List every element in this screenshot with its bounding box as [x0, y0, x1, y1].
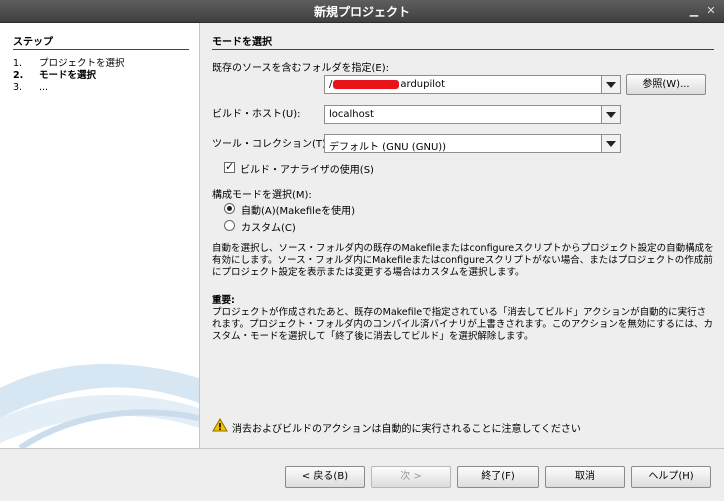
- step-item: 3....: [13, 82, 49, 93]
- minimize-icon[interactable]: ▁: [687, 4, 701, 17]
- build-host-value: localhost: [329, 109, 374, 120]
- button-bar: < 戻る(B) 次 > 終了(F) 取消 ヘルプ(H): [0, 448, 724, 501]
- mode-custom-radio[interactable]: [224, 220, 235, 231]
- important-text: プロジェクトが作成されたあと、既存のMakefileで指定されている「消去してビ…: [212, 307, 714, 342]
- cancel-button[interactable]: 取消: [545, 466, 625, 488]
- chevron-down-icon[interactable]: [601, 76, 620, 93]
- important-heading: 重要:: [212, 295, 235, 306]
- description-text: 自動を選択し、ソース・フォルダ内の既存のMakefileまたはconfigure…: [212, 243, 714, 278]
- finish-button[interactable]: 終了(F): [457, 466, 539, 488]
- next-button[interactable]: 次 >: [371, 466, 451, 488]
- decorative-swirl: [0, 364, 199, 448]
- section-title: モードを選択: [212, 33, 714, 50]
- warning-icon: [212, 418, 228, 432]
- config-mode-label: 構成モードを選択(M):: [212, 190, 312, 201]
- browse-button[interactable]: 参照(W)...: [626, 74, 706, 95]
- redaction-mark: [333, 79, 400, 89]
- help-button[interactable]: ヘルプ(H): [631, 466, 711, 488]
- source-folder-prefix: /: [329, 79, 333, 90]
- build-host-label: ビルド・ホスト(U):: [212, 109, 301, 120]
- source-folder-suffix: ardupilot: [400, 79, 446, 90]
- step-item: 1. プロジェクトを選択: [13, 58, 125, 69]
- step-label: ...: [39, 82, 49, 93]
- tool-collection-value: デフォルト (GNU (GNU)): [329, 142, 447, 153]
- warning-text: 消去およびビルドのアクションは自動的に実行されることに注意してください: [232, 424, 581, 435]
- source-folder-combo[interactable]: / ardupilot: [324, 75, 621, 94]
- step-label: モードを選択: [39, 70, 97, 81]
- mode-custom-label[interactable]: カスタム(C): [241, 219, 296, 234]
- title-bar: 新規プロジェクト ▁ ✕: [0, 0, 724, 23]
- tool-collection-label: ツール・コレクション(T):: [212, 139, 330, 150]
- steps-heading: ステップ: [13, 33, 189, 50]
- steps-panel: ステップ 1. プロジェクトを選択 2. モードを選択 3....: [0, 23, 200, 448]
- back-button[interactable]: < 戻る(B): [285, 466, 365, 488]
- build-host-combo[interactable]: localhost: [324, 105, 621, 124]
- chevron-down-icon[interactable]: [601, 135, 620, 152]
- build-analyzer-label[interactable]: ビルド・アナライザの使用(S): [240, 161, 374, 176]
- source-folder-label: 既存のソースを含むフォルダを指定(E):: [212, 63, 389, 74]
- window-title: 新規プロジェクト: [313, 5, 410, 19]
- step-label: プロジェクトを選択: [39, 58, 125, 69]
- step-item-current: 2. モードを選択: [13, 70, 97, 81]
- mode-panel: モードを選択 既存のソースを含むフォルダを指定(E): / ardupilot 参…: [200, 23, 724, 448]
- mode-auto-label[interactable]: 自動(A)(Makefileを使用): [241, 202, 355, 217]
- tool-collection-combo[interactable]: デフォルト (GNU (GNU)): [324, 134, 621, 153]
- steps-list: 1. プロジェクトを選択 2. モードを選択 3....: [13, 58, 125, 94]
- close-icon[interactable]: ✕: [704, 4, 718, 17]
- mode-auto-radio[interactable]: [224, 203, 235, 214]
- build-analyzer-checkbox[interactable]: [224, 160, 235, 173]
- chevron-down-icon[interactable]: [601, 106, 620, 123]
